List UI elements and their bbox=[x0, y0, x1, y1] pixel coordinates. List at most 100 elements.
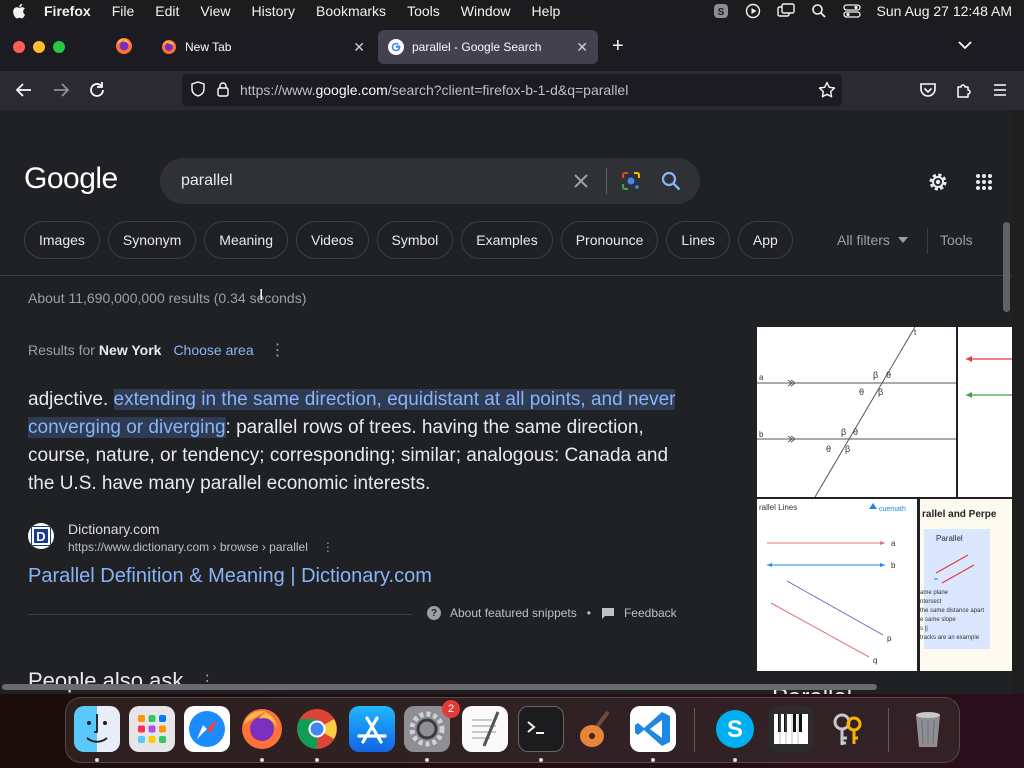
parallel-lines-transversal-image[interactable]: a b t β θ θ β β θ θ β bbox=[757, 326, 956, 498]
spotlight-search-icon[interactable] bbox=[811, 3, 827, 19]
launchpad-icon[interactable] bbox=[129, 706, 175, 752]
google-apps-grid-icon[interactable] bbox=[975, 173, 993, 196]
result-title-link[interactable]: Parallel Definition & Meaning | Dictiona… bbox=[28, 565, 432, 588]
garageband-icon[interactable] bbox=[574, 706, 620, 752]
tab-title: parallel - Google Search bbox=[412, 40, 542, 54]
running-indicator bbox=[425, 758, 429, 762]
result-stats: About 11,690,000,000 results (0.34 secon… bbox=[28, 290, 307, 306]
running-indicator bbox=[315, 758, 319, 762]
navigation-toolbar: https://www.google.com/search?client=fir… bbox=[0, 71, 1024, 110]
bookmark-star-icon[interactable] bbox=[818, 81, 836, 102]
control-center-icon[interactable] bbox=[842, 3, 861, 19]
source-name[interactable]: Dictionary.com bbox=[68, 521, 334, 537]
feedback-flag-icon bbox=[601, 608, 614, 619]
pinned-firefox-tab-icon[interactable] bbox=[115, 37, 133, 60]
secure-lock-icon[interactable] bbox=[216, 81, 230, 100]
piano-icon[interactable] bbox=[768, 706, 814, 752]
more-options-icon[interactable]: ⋮ bbox=[270, 340, 286, 360]
tracking-protection-shield-icon[interactable] bbox=[190, 80, 206, 100]
notification-badge: 2 bbox=[442, 700, 460, 718]
play-circle-icon[interactable] bbox=[745, 3, 761, 19]
menu-bar-clock[interactable]: Sun Aug 27 12:48 AM bbox=[877, 3, 1012, 19]
url-text[interactable]: https://www.google.com/search?client=fir… bbox=[240, 82, 628, 98]
keychain-icon[interactable] bbox=[824, 706, 870, 752]
minimize-window-button[interactable] bbox=[33, 40, 45, 53]
feedback-link[interactable]: Feedback bbox=[624, 606, 677, 620]
parallel-and-perpendicular-image[interactable]: rallel and Perpe Parallel ame plane nter… bbox=[920, 499, 1012, 671]
knowledge-panel-images: a b t β θ θ β β θ θ β rallel Lines cuema… bbox=[757, 326, 1012, 694]
menu-firefox[interactable]: Firefox bbox=[44, 3, 91, 19]
about-featured-snippets-link[interactable]: About featured snippets bbox=[450, 606, 577, 620]
screen-mirroring-icon[interactable] bbox=[776, 3, 795, 19]
close-tab-icon[interactable]: ✕ bbox=[576, 39, 588, 56]
chip-images[interactable]: Images bbox=[24, 221, 100, 259]
label-a: a bbox=[891, 539, 896, 548]
svg-text:S: S bbox=[727, 716, 743, 743]
cuemath-parallel-lines-image[interactable]: rallel Lines cuemath a b p q bbox=[757, 499, 917, 671]
all-filters-button[interactable]: All filters bbox=[837, 232, 908, 248]
tab-new-tab[interactable]: New Tab ✕ bbox=[151, 30, 375, 64]
menu-edit[interactable]: Edit bbox=[155, 3, 179, 19]
choose-area-link[interactable]: Choose area bbox=[173, 342, 253, 358]
menu-window[interactable]: Window bbox=[461, 3, 511, 19]
theta-label: θ bbox=[859, 387, 864, 397]
reload-icon[interactable] bbox=[88, 81, 106, 104]
snippet-source[interactable]: D Dictionary.com https://www.dictionary.… bbox=[28, 521, 334, 554]
horizontal-scrollbar[interactable] bbox=[2, 684, 877, 690]
parallel-arrows-image[interactable] bbox=[958, 327, 1012, 497]
clear-search-icon[interactable] bbox=[572, 172, 590, 195]
trash-icon[interactable] bbox=[905, 706, 951, 752]
forward-arrow-icon[interactable] bbox=[52, 81, 70, 104]
source-url[interactable]: https://www.dictionary.com › browse › pa… bbox=[68, 540, 308, 554]
chip-app[interactable]: App bbox=[737, 221, 793, 259]
dictionary-favicon-icon: D bbox=[28, 523, 54, 549]
terminal-icon[interactable] bbox=[518, 706, 564, 752]
zoom-window-button[interactable] bbox=[53, 40, 65, 53]
apple-menu-icon[interactable] bbox=[12, 3, 26, 19]
chip-pronounce[interactable]: Pronounce bbox=[560, 221, 659, 259]
skype-status-icon[interactable]: S bbox=[713, 3, 729, 19]
snippet-divider bbox=[28, 614, 412, 615]
firefox-icon[interactable] bbox=[239, 706, 285, 752]
search-input[interactable]: parallel bbox=[181, 172, 233, 190]
menu-file[interactable]: File bbox=[112, 3, 135, 19]
chip-synonym[interactable]: Synonym bbox=[107, 221, 197, 259]
list-all-tabs-chevron-icon[interactable] bbox=[958, 37, 972, 55]
chip-examples[interactable]: Examples bbox=[461, 221, 553, 259]
extensions-puzzle-icon[interactable] bbox=[955, 81, 973, 104]
google-lens-icon[interactable] bbox=[620, 170, 642, 197]
skype-icon[interactable]: S bbox=[712, 706, 758, 752]
menu-tools[interactable]: Tools bbox=[407, 3, 440, 19]
search-magnifier-icon[interactable] bbox=[660, 170, 682, 197]
safari-icon[interactable] bbox=[184, 706, 230, 752]
chip-lines[interactable]: Lines bbox=[666, 221, 730, 259]
settings-gear-icon[interactable] bbox=[927, 171, 949, 198]
snippet-footer: ? About featured snippets • Feedback bbox=[427, 606, 677, 620]
back-arrow-icon[interactable] bbox=[15, 81, 33, 104]
vscode-icon[interactable] bbox=[630, 706, 676, 752]
textedit-icon[interactable] bbox=[462, 706, 508, 752]
vertical-scrollbar[interactable] bbox=[1003, 222, 1010, 312]
address-bar[interactable]: https://www.google.com/search?client=fir… bbox=[182, 74, 842, 106]
tab-google-search[interactable]: parallel - Google Search ✕ bbox=[378, 30, 598, 64]
running-indicator bbox=[260, 758, 264, 762]
close-window-button[interactable] bbox=[13, 40, 25, 53]
chrome-icon[interactable] bbox=[294, 706, 340, 752]
menu-bookmarks[interactable]: Bookmarks bbox=[316, 3, 386, 19]
close-tab-icon[interactable]: ✕ bbox=[353, 39, 365, 56]
menu-help[interactable]: Help bbox=[532, 3, 561, 19]
tools-button[interactable]: Tools bbox=[940, 232, 973, 248]
menu-history[interactable]: History bbox=[251, 3, 295, 19]
more-options-icon[interactable]: ⋮ bbox=[322, 540, 334, 554]
chip-meaning[interactable]: Meaning bbox=[204, 221, 288, 259]
app-store-icon[interactable] bbox=[349, 706, 395, 752]
chip-videos[interactable]: Videos bbox=[295, 221, 369, 259]
new-tab-plus-icon[interactable]: + bbox=[612, 35, 624, 58]
menu-view[interactable]: View bbox=[200, 3, 230, 19]
pocket-icon[interactable] bbox=[919, 81, 937, 104]
google-logo[interactable]: Google bbox=[24, 162, 118, 196]
chip-symbol[interactable]: Symbol bbox=[376, 221, 454, 259]
search-box[interactable]: parallel bbox=[160, 158, 700, 204]
finder-icon[interactable] bbox=[74, 706, 120, 752]
app-menu-hamburger-icon[interactable] bbox=[991, 81, 1009, 104]
